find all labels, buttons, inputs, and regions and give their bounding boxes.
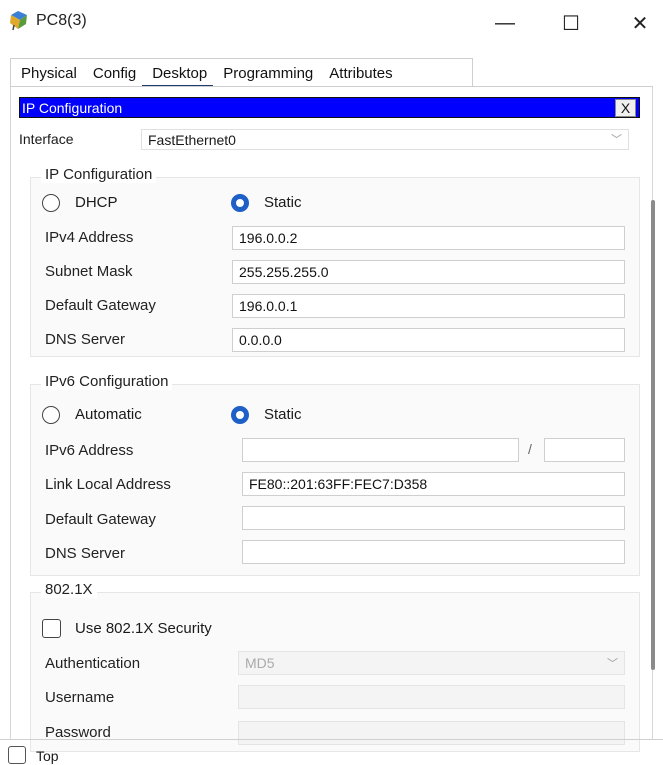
subnet-mask-input[interactable]: 255.255.255.0 [232, 260, 625, 284]
username-label: Username [45, 689, 115, 706]
automatic-label: Automatic [75, 406, 142, 423]
panel-title: IP Configuration [22, 100, 123, 116]
ipv6-group: IPv6 Configuration Automatic Static IPv6… [30, 373, 640, 576]
ipv4-address-label: IPv4 Address [45, 229, 134, 246]
scrollbar[interactable] [651, 200, 655, 670]
auth-chevron-down-icon: ﹀ [607, 658, 618, 670]
link-local-label: Link Local Address [45, 476, 171, 493]
footer-divider [0, 739, 663, 740]
tab-attributes[interactable]: Attributes [319, 59, 398, 87]
prefix-separator: / [528, 441, 532, 457]
ipv6-address-input[interactable] [242, 438, 519, 462]
subnet-mask-label: Subnet Mask [45, 263, 133, 280]
link-local-input[interactable]: FE80::201:63FF:FEC7:D358 [242, 472, 625, 496]
password-input[interactable] [238, 721, 625, 745]
desktop-panel: IP Configuration X Interface FastEtherne… [10, 87, 655, 752]
dns-server-input[interactable]: 0.0.0.0 [232, 328, 625, 352]
top-label: Top [36, 748, 59, 764]
tab-physical[interactable]: Physical [11, 59, 83, 87]
close-panel-button[interactable]: X [615, 99, 636, 117]
packet-tracer-icon [10, 11, 27, 31]
top-checkbox[interactable] [8, 746, 26, 764]
authentication-value: MD5 [245, 655, 275, 671]
chevron-down-icon: ﹀ [611, 134, 622, 146]
ipv4-legend: IP Configuration [41, 166, 157, 183]
static-radio[interactable] [231, 194, 249, 212]
ipv6-dns-input[interactable] [242, 540, 625, 564]
dhcp-label: DHCP [75, 194, 118, 211]
use-8021x-label: Use 802.1X Security [75, 620, 212, 637]
default-gateway-label: Default Gateway [45, 297, 156, 314]
tab-bar: Physical Config Desktop Programming Attr… [10, 58, 473, 87]
authentication-select[interactable]: MD5 ﹀ [238, 651, 625, 675]
default-gateway-input[interactable]: 196.0.0.1 [232, 294, 625, 318]
automatic-radio[interactable] [42, 406, 60, 424]
ipv6-static-radio[interactable] [231, 406, 249, 424]
dot1x-group: 802.1X Use 802.1X Security Authenticatio… [30, 581, 640, 752]
dhcp-radio[interactable] [42, 194, 60, 212]
tab-desktop[interactable]: Desktop [142, 59, 214, 87]
minimize-button[interactable]: — [482, 8, 528, 38]
authentication-label: Authentication [45, 655, 141, 672]
username-input[interactable] [238, 685, 625, 709]
ipv4-group: IP Configuration DHCP Static IPv4 Addres… [30, 166, 640, 357]
interface-select[interactable]: FastEthernet0 ﹀ [141, 129, 629, 150]
interface-label: Interface [19, 131, 74, 147]
ipv6-prefix-input[interactable] [544, 438, 625, 462]
use-8021x-checkbox[interactable] [42, 619, 61, 638]
static-label: Static [264, 194, 302, 211]
ipv4-address-input[interactable]: 196.0.0.2 [232, 226, 625, 250]
ip-config-header: IP Configuration X [19, 97, 640, 118]
dot1x-legend: 802.1X [41, 581, 97, 598]
title-bar: PC8(3) — ☐ ✕ [0, 0, 663, 46]
ipv6-dns-label: DNS Server [45, 545, 126, 562]
dns-server-label: DNS Server [45, 331, 126, 348]
close-window-button[interactable]: ✕ [617, 8, 663, 38]
tab-config[interactable]: Config [83, 59, 142, 87]
window-title: PC8(3) [36, 12, 87, 29]
ipv6-gateway-input[interactable] [242, 506, 625, 530]
ipv6-address-label: IPv6 Address [45, 442, 134, 459]
tab-programming[interactable]: Programming [213, 59, 319, 87]
maximize-button[interactable]: ☐ [548, 8, 594, 38]
ipv6-legend: IPv6 Configuration [41, 373, 173, 390]
ipv6-static-label: Static [264, 406, 302, 423]
interface-value: FastEthernet0 [148, 132, 236, 148]
ipv6-gateway-label: Default Gateway [45, 511, 156, 528]
